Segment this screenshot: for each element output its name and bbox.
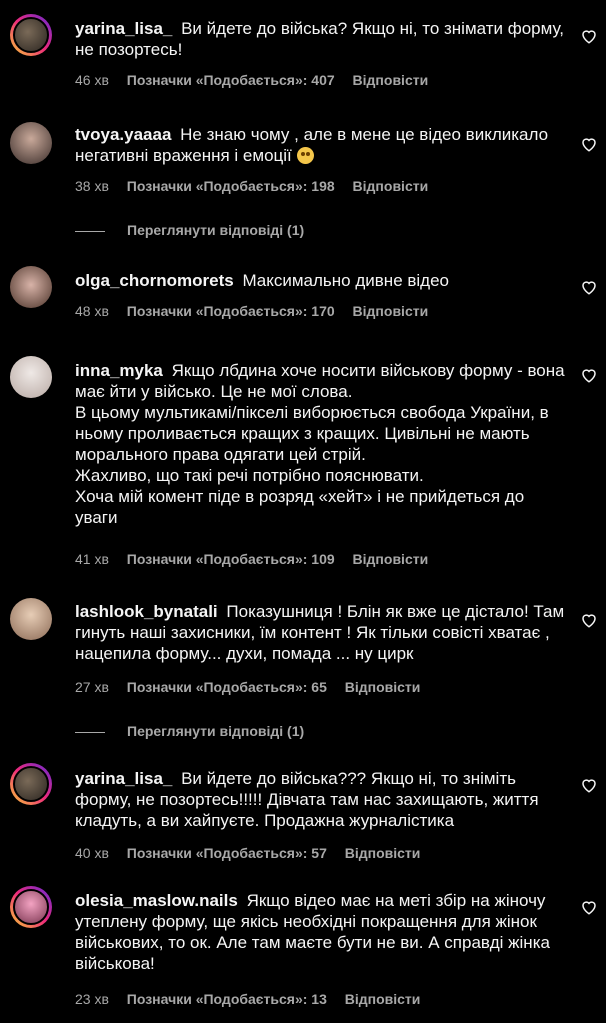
comment-body: lashlook_bynatali Показушниця ! Блін як … xyxy=(75,601,570,664)
reply-button[interactable]: Відповісти xyxy=(353,551,429,567)
avatar[interactable] xyxy=(10,356,52,398)
likes-count[interactable]: Позначки «Подобається»: 170 xyxy=(127,303,335,319)
view-replies-button[interactable]: Переглянути відповіді (1) xyxy=(75,222,304,238)
comment-time: 38 хв xyxy=(75,178,109,194)
comment-body: olga_chornomorets Максимально дивне віде… xyxy=(75,270,570,291)
heart-icon[interactable] xyxy=(580,27,598,45)
likes-count[interactable]: Позначки «Подобається»: 13 xyxy=(127,991,327,1007)
comment-username[interactable]: lashlook_bynatali xyxy=(75,602,218,621)
view-replies-label: Переглянути відповіді (1) xyxy=(127,723,305,739)
heart-icon[interactable] xyxy=(580,776,598,794)
heart-icon[interactable] xyxy=(580,898,598,916)
comment-time: 41 хв xyxy=(75,551,109,567)
comment-meta: 27 хв Позначки «Подобається»: 65 Відпові… xyxy=(75,679,434,695)
reply-button[interactable]: Відповісти xyxy=(345,679,421,695)
comment-text: Максимально дивне відео xyxy=(242,271,450,290)
comment-body: olesia_maslow.nails Якщо відео має на ме… xyxy=(75,890,570,974)
avatar[interactable] xyxy=(10,598,52,640)
comment-username[interactable]: olesia_maslow.nails xyxy=(75,891,238,910)
likes-count[interactable]: Позначки «Подобається»: 65 xyxy=(127,679,327,695)
comment-meta: 40 хв Позначки «Подобається»: 57 Відпові… xyxy=(75,845,434,861)
avatar[interactable] xyxy=(10,763,52,805)
divider-line xyxy=(75,230,105,232)
comment-username[interactable]: tvoya.yaaaa xyxy=(75,125,171,144)
likes-count[interactable]: Позначки «Подобається»: 198 xyxy=(127,178,335,194)
view-replies-button[interactable]: Переглянути відповіді (1) xyxy=(75,723,304,739)
reply-button[interactable]: Відповісти xyxy=(353,303,429,319)
heart-icon[interactable] xyxy=(580,135,598,153)
comment-meta: 41 хв Позначки «Подобається»: 109 Відпов… xyxy=(75,551,442,567)
reply-button[interactable]: Відповісти xyxy=(353,178,429,194)
comment-text-line: Жахливо, що такі речі потрібно пояснюват… xyxy=(75,466,424,485)
comment-time: 46 хв xyxy=(75,72,109,88)
view-replies-label: Переглянути відповіді (1) xyxy=(127,222,305,238)
likes-count[interactable]: Позначки «Подобається»: 407 xyxy=(127,72,335,88)
comment-meta: 48 хв Позначки «Подобається»: 170 Відпов… xyxy=(75,303,442,319)
comment-username[interactable]: olga_chornomorets xyxy=(75,271,234,290)
likes-count[interactable]: Позначки «Подобається»: 57 xyxy=(127,845,327,861)
likes-count[interactable]: Позначки «Подобається»: 109 xyxy=(127,551,335,567)
comment-time: 27 хв xyxy=(75,679,109,695)
comment-meta: 46 хв Позначки «Подобається»: 407 Відпов… xyxy=(75,72,442,88)
avatar[interactable] xyxy=(10,266,52,308)
comment-body: yarina_lisa_ Ви йдете до війська??? Якщо… xyxy=(75,768,570,831)
avatar[interactable] xyxy=(10,122,52,164)
comment-text-line: В цьому мультикамі/пікселі виборюється с… xyxy=(75,403,549,464)
heart-icon[interactable] xyxy=(580,278,598,296)
comment-meta: 38 хв Позначки «Подобається»: 198 Відпов… xyxy=(75,178,442,194)
comment-time: 23 хв xyxy=(75,991,109,1007)
comment-meta: 23 хв Позначки «Подобається»: 13 Відпові… xyxy=(75,991,434,1007)
comment-text-line: Хоча мій комент піде в розряд «хейт» і н… xyxy=(75,487,525,527)
comment-body: tvoya.yaaaa Не знаю чому , але в мене це… xyxy=(75,124,570,166)
comment-body: yarina_lisa_ Ви йдете до війська? Якщо н… xyxy=(75,18,570,60)
avatar[interactable] xyxy=(10,14,52,56)
heart-icon[interactable] xyxy=(580,611,598,629)
reply-button[interactable]: Відповісти xyxy=(345,991,421,1007)
divider-line xyxy=(75,731,105,733)
reply-button[interactable]: Відповісти xyxy=(345,845,421,861)
comment-username[interactable]: yarina_lisa_ xyxy=(75,19,172,38)
heart-icon[interactable] xyxy=(580,366,598,384)
comment-body: inna_myka Якщо лбдина хоче носити військ… xyxy=(75,360,570,528)
comment-username[interactable]: inna_myka xyxy=(75,361,163,380)
avatar[interactable] xyxy=(10,886,52,928)
comment-username[interactable]: yarina_lisa_ xyxy=(75,769,172,788)
comment-time: 40 хв xyxy=(75,845,109,861)
reply-button[interactable]: Відповісти xyxy=(353,72,429,88)
comment-time: 48 хв xyxy=(75,303,109,319)
flushed-emoji-icon xyxy=(296,147,314,164)
